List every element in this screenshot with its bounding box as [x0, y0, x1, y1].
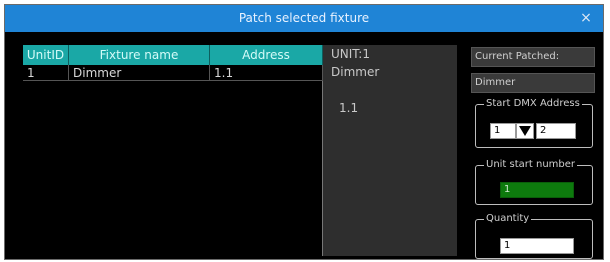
- unit-fixture-name: Dimmer: [331, 65, 380, 79]
- dmx-universe-field[interactable]: 1: [490, 123, 516, 139]
- unit-address: 1.1: [339, 101, 359, 115]
- current-patched-value: Dimmer: [471, 73, 595, 93]
- column-header-address[interactable]: Address: [210, 45, 323, 65]
- column-header-fixture-name[interactable]: Fixture name: [69, 45, 210, 65]
- current-patched-label: Current Patched:: [471, 47, 595, 67]
- unit-start-legend: Unit start number: [484, 159, 578, 171]
- dialog-title: Patch selected fixture: [238, 11, 370, 25]
- universe-dropdown-button[interactable]: [516, 123, 534, 139]
- cell-unit-id: 1: [23, 65, 69, 81]
- close-icon[interactable]: ×: [579, 5, 593, 32]
- quantity-field[interactable]: 1: [500, 238, 574, 254]
- patch-dialog: Patch selected fixture × UnitID Fixture …: [4, 4, 604, 260]
- unit-start-group: Unit start number 1: [475, 159, 593, 205]
- quantity-group: Quantity 1: [475, 213, 593, 259]
- cell-fixture-name: Dimmer: [69, 65, 210, 81]
- start-dmx-legend: Start DMX Address: [484, 98, 582, 110]
- table-row[interactable]: 1 Dimmer 1.1: [23, 65, 323, 81]
- start-dmx-group: Start DMX Address 1 2: [475, 98, 593, 148]
- title-bar: Patch selected fixture ×: [5, 5, 603, 32]
- fixture-table: UnitID Fixture name Address 1 Dimmer 1.1: [23, 45, 323, 256]
- chevron-down-icon: [519, 126, 531, 136]
- quantity-legend: Quantity: [484, 213, 532, 225]
- unit-start-field[interactable]: 1: [500, 182, 574, 198]
- table-header: UnitID Fixture name Address: [23, 45, 323, 65]
- cell-address: 1.1: [210, 65, 323, 81]
- dmx-address-field[interactable]: 2: [536, 123, 576, 139]
- column-header-unitid[interactable]: UnitID: [23, 45, 69, 65]
- unit-label: UNIT:1: [331, 47, 370, 61]
- unit-info-panel: UNIT:1 Dimmer 1.1: [323, 45, 457, 256]
